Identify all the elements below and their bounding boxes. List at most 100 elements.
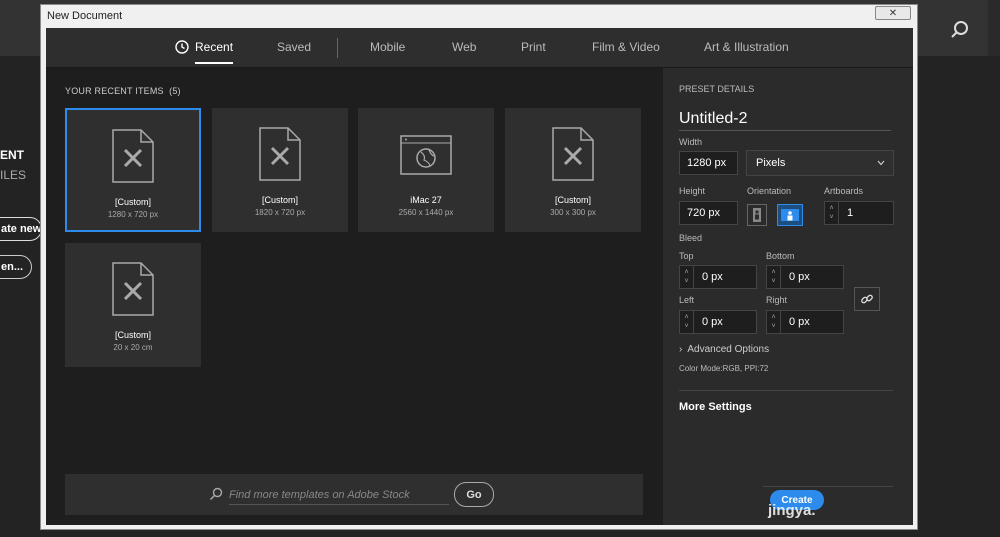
recent-item-title: [Custom] <box>114 197 151 207</box>
color-mode-summary: Color Mode:RGB, PPI:72 <box>679 364 769 373</box>
stock-search-input[interactable] <box>229 485 449 505</box>
tab-film-video[interactable]: Film & Video <box>592 40 660 54</box>
recent-item-title: [Custom] <box>114 330 151 340</box>
chevron-down-icon <box>877 160 885 166</box>
stock-search-bar: Go <box>65 474 643 515</box>
search-icon <box>210 487 223 500</box>
chevron-down-icon[interactable]: ˅ <box>771 277 775 286</box>
recent-item-4[interactable]: [Custom] 300 x 300 px <box>505 108 641 232</box>
recent-heading-text: YOUR RECENT ITEMS <box>65 86 164 96</box>
recent-items-pane: YOUR RECENT ITEMS (5) [Custom] 1280 x 72… <box>46 68 663 525</box>
chevron-up-icon[interactable]: ˄ <box>829 204 833 213</box>
divider <box>763 486 893 487</box>
tab-recent[interactable]: Recent <box>175 40 234 64</box>
background-create-new-button[interactable]: ate new <box>0 217 42 241</box>
bleed-left-arrows[interactable]: ˄ ˅ <box>680 311 694 333</box>
recent-count: (5) <box>169 86 181 96</box>
height-label: Height <box>679 186 706 196</box>
chevron-down-icon[interactable]: ˅ <box>771 322 775 331</box>
recent-item-2[interactable]: [Custom] 1820 x 720 px <box>212 108 348 232</box>
bleed-bottom-value: 0 px <box>789 271 810 283</box>
recent-item-size: 2560 x 1440 px <box>398 208 454 217</box>
landscape-orientation-button[interactable] <box>777 204 803 226</box>
web-icon <box>400 135 452 175</box>
link-bleed-button[interactable] <box>854 287 880 311</box>
advanced-options-label: Advanced Options <box>687 344 770 355</box>
dialog-title: New Document <box>47 10 123 22</box>
portrait-orientation-button[interactable] <box>747 204 767 226</box>
bleed-left-stepper[interactable]: ˄ ˅ 0 px <box>679 310 757 334</box>
bleed-bottom-stepper[interactable]: ˄ ˅ 0 px <box>766 265 844 289</box>
category-tabs: Recent Saved Mobile Web Print Film & Vid… <box>46 28 913 68</box>
chevron-up-icon[interactable]: ˄ <box>771 313 775 322</box>
tab-web[interactable]: Web <box>452 40 476 54</box>
bleed-top-stepper[interactable]: ˄ ˅ 0 px <box>679 265 757 289</box>
recent-item-size: 20 x 20 cm <box>113 343 153 352</box>
bleed-top-label: Top <box>679 251 694 261</box>
recent-item-size: 1820 x 720 px <box>254 208 306 217</box>
document-icon <box>259 127 301 181</box>
tab-mobile[interactable]: Mobile <box>370 40 405 54</box>
link-icon <box>861 294 873 304</box>
bleed-right-stepper[interactable]: ˄ ˅ 0 px <box>766 310 844 334</box>
watermark: jingya. <box>768 502 816 519</box>
recent-item-size: 300 x 300 px <box>550 208 596 217</box>
width-input[interactable]: 1280 px <box>679 151 738 175</box>
recent-item-5[interactable]: [Custom] 20 x 20 cm <box>65 243 201 367</box>
close-icon: ✕ <box>888 7 898 19</box>
width-label: Width <box>679 137 703 147</box>
advanced-options-toggle[interactable]: › Advanced Options <box>679 344 769 355</box>
artboards-stepper[interactable]: ˄ ˅ 1 <box>824 201 894 225</box>
recent-item-title: [Custom] <box>554 195 591 205</box>
preset-details-pane: PRESET DETAILS Untitled-2 Width 1280 px … <box>663 68 913 525</box>
recent-item-title: iMac 27 <box>410 195 442 205</box>
bleed-right-label: Right <box>766 295 788 305</box>
bleed-bottom-arrows[interactable]: ˄ ˅ <box>767 266 781 288</box>
chevron-down-icon[interactable]: ˅ <box>829 213 833 222</box>
divider <box>679 390 893 391</box>
active-tab-indicator <box>195 62 234 64</box>
bleed-left-value: 0 px <box>702 316 723 328</box>
tab-art-illustration[interactable]: Art & Illustration <box>704 40 789 54</box>
background-recent-label: ENT <box>0 148 24 162</box>
artboards-stepper-arrows[interactable]: ˄ ˅ <box>825 202 839 224</box>
unit-select[interactable]: Pixels <box>746 150 894 176</box>
dialog-content: Recent Saved Mobile Web Print Film & Vid… <box>46 28 913 525</box>
recent-items-heading: YOUR RECENT ITEMS (5) <box>65 86 181 96</box>
chevron-down-icon[interactable]: ˅ <box>684 322 688 331</box>
orientation-label: Orientation <box>747 186 792 196</box>
more-settings-button[interactable]: More Settings <box>679 401 752 413</box>
background-strip <box>988 0 1000 56</box>
chevron-up-icon[interactable]: ˄ <box>684 268 688 277</box>
document-icon <box>112 129 154 183</box>
bleed-top-arrows[interactable]: ˄ ˅ <box>680 266 694 288</box>
search-icon[interactable] <box>946 16 974 44</box>
recent-item-1[interactable]: [Custom] 1280 x 720 px <box>65 108 201 232</box>
preset-details-heading: PRESET DETAILS <box>679 84 755 94</box>
background-files-label: ILES <box>0 168 27 182</box>
chevron-right-icon: › <box>679 344 683 355</box>
document-name-field[interactable]: Untitled-2 <box>679 110 891 131</box>
bleed-top-value: 0 px <box>702 271 723 283</box>
recent-item-3[interactable]: iMac 27 2560 x 1440 px <box>358 108 494 232</box>
artboards-label: Artboards <box>824 186 864 196</box>
unit-select-value: Pixels <box>756 157 786 169</box>
chevron-up-icon[interactable]: ˄ <box>684 313 688 322</box>
chevron-up-icon[interactable]: ˄ <box>771 268 775 277</box>
bleed-label: Bleed <box>679 233 703 243</box>
height-input[interactable]: 720 px <box>679 201 738 225</box>
tab-saved[interactable]: Saved <box>277 40 311 54</box>
go-button[interactable]: Go <box>454 482 494 507</box>
tab-divider <box>337 38 338 58</box>
portrait-icon <box>753 208 761 222</box>
background-open-button[interactable]: en... <box>0 255 32 279</box>
tab-print[interactable]: Print <box>521 40 546 54</box>
clock-icon <box>175 40 189 54</box>
chevron-down-icon[interactable]: ˅ <box>684 277 688 286</box>
bleed-right-arrows[interactable]: ˄ ˅ <box>767 311 781 333</box>
close-button[interactable]: ✕ <box>875 6 911 20</box>
new-document-dialog: New Document ✕ Recent Saved Mobile Web P… <box>40 4 918 530</box>
artboards-value: 1 <box>847 207 854 219</box>
recent-item-size: 1280 x 720 px <box>107 210 159 219</box>
bleed-right-value: 0 px <box>789 316 810 328</box>
